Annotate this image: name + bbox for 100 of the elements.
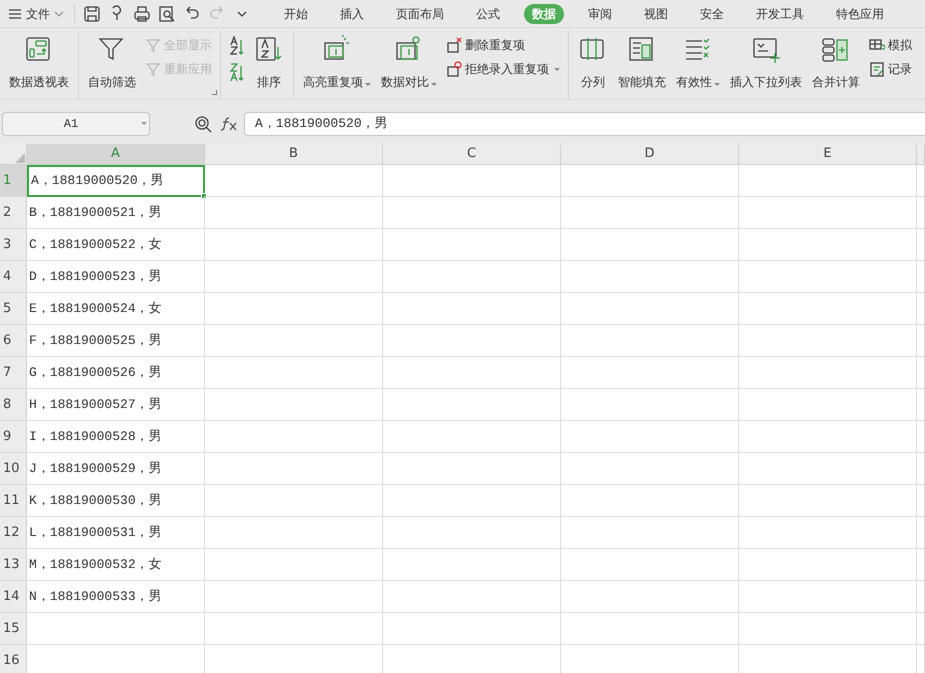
print-preview-icon[interactable] — [157, 4, 177, 24]
table-cell[interactable] — [561, 421, 739, 453]
ribbon-tab[interactable]: 审阅 — [580, 4, 620, 24]
ribbon-button[interactable]: 排序 — [251, 31, 287, 93]
ribbon-button[interactable]: 数据透视表 — [6, 31, 72, 93]
table-cell[interactable]: D，18819000523，男 — [27, 261, 205, 293]
table-cell[interactable] — [205, 261, 383, 293]
table-cell[interactable] — [383, 453, 561, 485]
table-cell[interactable] — [917, 453, 925, 485]
table-cell[interactable]: I，18819000528，男 — [27, 421, 205, 453]
table-cell[interactable] — [205, 293, 383, 325]
row-header[interactable]: 5 — [0, 293, 27, 325]
table-cell[interactable] — [383, 517, 561, 549]
row-header[interactable]: 11 — [0, 485, 27, 517]
table-cell[interactable] — [205, 613, 383, 645]
table-cell[interactable] — [205, 229, 383, 261]
table-cell[interactable] — [383, 389, 561, 421]
table-cell[interactable] — [383, 165, 561, 197]
sort-descending-icon[interactable] — [229, 62, 245, 82]
table-cell[interactable] — [205, 325, 383, 357]
row-header[interactable]: 10 — [0, 453, 27, 485]
table-cell[interactable] — [917, 421, 925, 453]
ribbon-button[interactable]: 插入下拉列表 — [727, 31, 805, 93]
table-cell[interactable] — [739, 293, 917, 325]
sort-ascending-icon[interactable] — [229, 36, 245, 56]
table-cell[interactable] — [383, 261, 561, 293]
table-cell[interactable] — [561, 357, 739, 389]
table-cell[interactable] — [917, 197, 925, 229]
table-cell[interactable] — [561, 325, 739, 357]
table-cell[interactable] — [205, 389, 383, 421]
table-cell[interactable] — [561, 389, 739, 421]
ribbon-tab[interactable]: 视图 — [636, 4, 676, 24]
table-cell[interactable]: C，18819000522，女 — [27, 229, 205, 261]
table-cell[interactable] — [917, 325, 925, 357]
table-cell[interactable] — [383, 229, 561, 261]
table-cell[interactable] — [383, 581, 561, 613]
table-cell[interactable] — [561, 517, 739, 549]
ribbon-tab[interactable]: 特色应用 — [828, 4, 892, 24]
row-header[interactable]: 15 — [0, 613, 27, 645]
table-cell[interactable] — [739, 165, 917, 197]
table-cell[interactable] — [739, 325, 917, 357]
table-cell[interactable] — [739, 197, 917, 229]
row-header[interactable]: 14 — [0, 581, 27, 613]
row-header[interactable]: 3 — [0, 229, 27, 261]
table-cell[interactable] — [561, 613, 739, 645]
table-cell[interactable]: N，18819000533，男 — [27, 581, 205, 613]
table-cell[interactable] — [561, 549, 739, 581]
table-cell[interactable]: M，18819000532，女 — [27, 549, 205, 581]
row-header[interactable]: 7 — [0, 357, 27, 389]
table-cell[interactable] — [383, 293, 561, 325]
column-header[interactable] — [917, 144, 925, 165]
table-cell[interactable] — [561, 453, 739, 485]
table-cell[interactable]: H，18819000527，男 — [27, 389, 205, 421]
table-cell[interactable] — [205, 485, 383, 517]
table-cell[interactable] — [739, 485, 917, 517]
table-cell[interactable] — [383, 325, 561, 357]
table-cell[interactable]: E，18819000524，女 — [27, 293, 205, 325]
table-cell[interactable] — [205, 197, 383, 229]
table-cell[interactable] — [561, 293, 739, 325]
table-cell[interactable] — [205, 453, 383, 485]
table-cell[interactable] — [383, 421, 561, 453]
ribbon-button[interactable]: 模拟 — [867, 35, 914, 55]
column-header[interactable]: B — [205, 144, 383, 165]
table-cell[interactable] — [917, 613, 925, 645]
ribbon-button[interactable]: 有效性 — [673, 31, 723, 93]
table-cell[interactable] — [917, 165, 925, 197]
ribbon-tab[interactable]: 公式 — [468, 4, 508, 24]
table-cell[interactable] — [205, 549, 383, 581]
print-icon[interactable] — [132, 4, 152, 24]
select-all-corner[interactable] — [0, 144, 27, 165]
row-header[interactable]: 9 — [0, 421, 27, 453]
ribbon-tab[interactable]: 开发工具 — [748, 4, 812, 24]
table-cell[interactable]: B，18819000521，男 — [27, 197, 205, 229]
table-cell[interactable] — [739, 453, 917, 485]
ribbon-button[interactable]: 删除重复项 — [444, 35, 562, 55]
ribbon-button[interactable]: 自动筛选 — [85, 31, 139, 93]
ribbon-button[interactable]: 智能填充 — [615, 31, 669, 93]
column-header[interactable]: E — [739, 144, 917, 165]
row-header[interactable]: 2 — [0, 197, 27, 229]
ribbon-button[interactable]: 数据对比 — [378, 31, 440, 93]
column-header[interactable]: D — [561, 144, 739, 165]
row-header[interactable]: 6 — [0, 325, 27, 357]
table-cell[interactable] — [739, 581, 917, 613]
ribbon-button[interactable]: 合并计算 — [809, 31, 863, 93]
table-cell[interactable] — [383, 357, 561, 389]
column-header[interactable]: C — [383, 144, 561, 165]
table-cell[interactable] — [739, 613, 917, 645]
table-cell[interactable]: L，18819000531，男 — [27, 517, 205, 549]
ribbon-button[interactable]: 高亮重复项 — [300, 31, 374, 93]
table-cell[interactable] — [205, 581, 383, 613]
file-menu[interactable]: 文件 — [0, 2, 68, 26]
ribbon-tab[interactable]: 页面布局 — [388, 4, 452, 24]
table-cell[interactable] — [739, 517, 917, 549]
ribbon-button[interactable]: 拒绝录入重复项 — [444, 59, 562, 79]
row-header[interactable]: 4 — [0, 261, 27, 293]
ribbon-tab[interactable]: 开始 — [276, 4, 316, 24]
table-cell[interactable] — [739, 421, 917, 453]
table-cell[interactable] — [917, 357, 925, 389]
table-cell[interactable] — [383, 549, 561, 581]
table-cell[interactable] — [383, 197, 561, 229]
